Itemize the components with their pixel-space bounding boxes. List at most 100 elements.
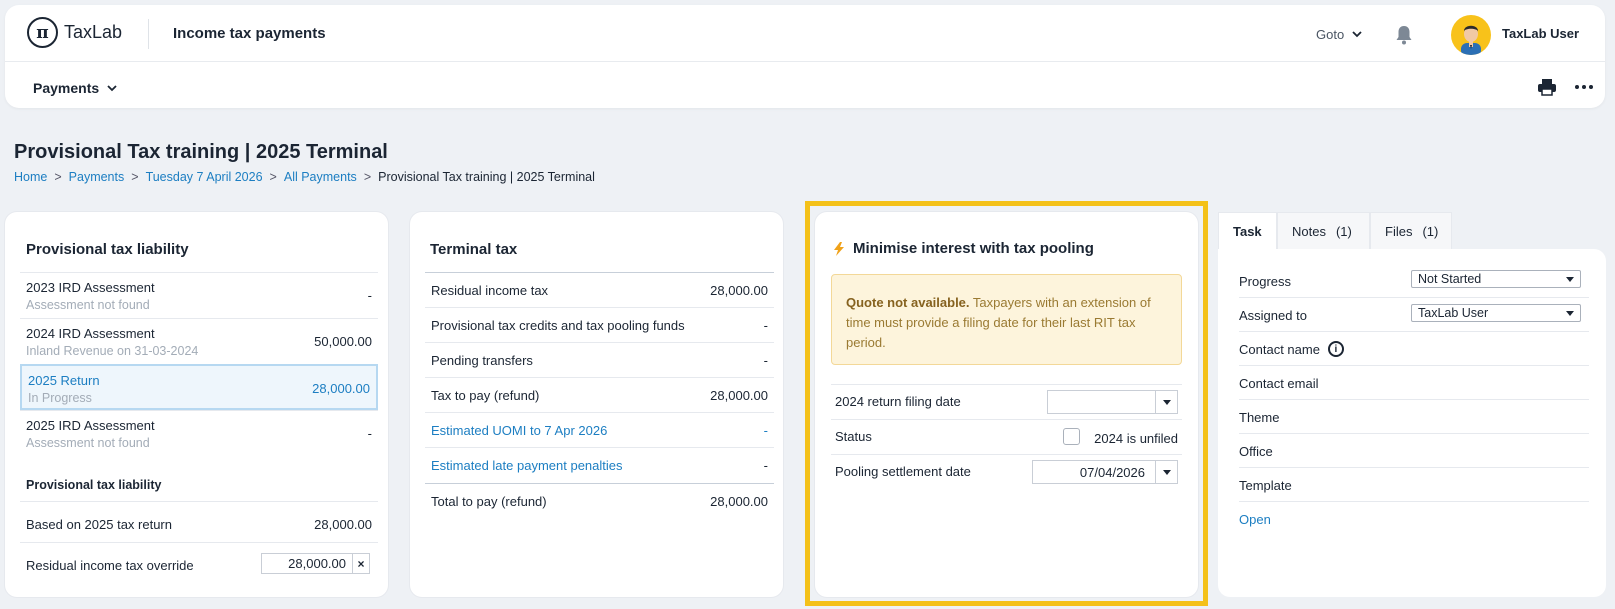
filing-date-label: 2024 return filing date [835, 394, 961, 409]
pooling-fields: 2024 return filing date Status 2024 is u… [831, 384, 1182, 490]
breadcrumb-all-payments[interactable]: All Payments [284, 170, 357, 184]
quote-warning-title: Quote not available. [846, 295, 970, 310]
unfiled-label[interactable]: 2024 is unfiled [1094, 431, 1178, 446]
override-value: 28,000.00 [288, 556, 346, 571]
status-label: Status [835, 429, 872, 444]
more-options-icon[interactable] [1575, 85, 1593, 89]
tab-label: Task [1233, 223, 1262, 239]
tab-count: (1) [1422, 223, 1439, 239]
quote-warning: Quote not available. Taxpayers with an e… [831, 274, 1182, 365]
status-row: Status 2024 is unfiled [831, 420, 1182, 455]
goto-menu[interactable]: Goto [1316, 27, 1362, 42]
total-row: Total to pay (refund) 28,000.00 [425, 483, 774, 518]
row-label: Total to pay (refund) [431, 493, 547, 509]
print-icon[interactable] [1537, 78, 1557, 96]
row-label[interactable]: Estimated late payment penalties [431, 458, 623, 473]
override-row: Residual income tax override 28,000.00 × [20, 542, 378, 582]
settlement-date-label: Pooling settlement date [835, 464, 971, 479]
progress-label: Progress [1239, 274, 1292, 289]
contact-email-row: Contact email [1239, 366, 1589, 400]
user-avatar-icon [1461, 25, 1481, 55]
task-tabs: Task Notes (1) Files (1) [1218, 212, 1606, 249]
list-item[interactable]: 2023 IRD Assessment Assessment not found… [20, 272, 378, 318]
progress-select[interactable]: Not Started [1411, 270, 1581, 288]
row-value: - [763, 458, 768, 473]
uomi-link-row[interactable]: Estimated UOMI to 7 Apr 2026 - [425, 413, 774, 448]
card-header: Minimise interest with tax pooling [833, 240, 1094, 257]
breadcrumb-home[interactable]: Home [14, 170, 47, 184]
task-fields: Progress Not Started Assigned to TaxLab … [1239, 264, 1589, 536]
assigned-select[interactable]: TaxLab User [1411, 304, 1581, 322]
based-on-row: Based on 2025 tax return 28,000.00 [20, 501, 378, 541]
provisional-liability-card: Provisional tax liability 2023 IRD Asses… [5, 212, 388, 597]
override-label: Residual income tax override [26, 558, 194, 573]
tab-task[interactable]: Task [1218, 212, 1277, 249]
filing-date-picker[interactable] [1047, 390, 1178, 414]
payments-menu[interactable]: Payments [33, 80, 117, 96]
contact-email-label: Contact email [1239, 376, 1319, 391]
settlement-date-value: 07/04/2026 [1079, 464, 1145, 480]
item-label: 2023 IRD Assessment [26, 280, 155, 295]
list-item[interactable]: 2025 IRD Assessment Assessment not found… [20, 410, 378, 456]
top-bar: π TaxLab Income tax payments Goto TaxLab… [5, 5, 1605, 108]
clear-icon[interactable]: × [352, 554, 369, 573]
row-value: 28,000.00 [710, 493, 768, 509]
terminal-tax-card: Terminal tax Residual income tax 28,000.… [410, 212, 783, 597]
item-value: 50,000.00 [314, 334, 372, 349]
based-on-label: Based on 2025 tax return [26, 517, 172, 532]
list-item-selected[interactable]: 2025 Return In Progress 28,000.00 [20, 364, 378, 410]
task-panel: Task Notes (1) Files (1) Progress Not St… [1218, 212, 1606, 597]
item-label: 2025 IRD Assessment [26, 418, 155, 433]
header-divider [148, 19, 149, 49]
breadcrumb: Home > Payments > Tuesday 7 April 2026 >… [14, 170, 595, 184]
table-row: Tax to pay (refund) 28,000.00 [425, 378, 774, 413]
row-value: 28,000.00 [710, 282, 768, 298]
taxlab-logo[interactable]: π TaxLab [27, 17, 122, 48]
tab-notes[interactable]: Notes (1) [1277, 212, 1370, 249]
user-name[interactable]: TaxLab User [1502, 26, 1579, 41]
template-label: Template [1239, 478, 1292, 493]
theme-label: Theme [1239, 410, 1280, 425]
assessment-list: 2023 IRD Assessment Assessment not found… [20, 272, 378, 456]
liability-subheading: Provisional tax liability [26, 478, 162, 492]
settlement-date-row: Pooling settlement date 07/04/2026 [831, 455, 1182, 490]
item-value: 28,000.00 [312, 381, 370, 396]
breadcrumb-date[interactable]: Tuesday 7 April 2026 [146, 170, 263, 184]
avatar[interactable] [1451, 15, 1491, 55]
item-value: - [367, 288, 372, 303]
item-sublabel: Assessment not found [26, 298, 150, 312]
dropdown-arrow-icon [1566, 276, 1574, 282]
dropdown-arrow-icon [1566, 310, 1574, 316]
row-label[interactable]: Estimated UOMI to 7 Apr 2026 [431, 423, 607, 438]
breadcrumb-separator: > [131, 170, 139, 184]
penalties-link-row[interactable]: Estimated late payment penalties - [425, 448, 774, 483]
filing-date-row: 2024 return filing date [831, 385, 1182, 420]
breadcrumb-separator: > [363, 170, 372, 184]
override-input[interactable]: 28,000.00 × [261, 553, 370, 574]
breadcrumb-payments[interactable]: Payments [69, 170, 125, 184]
table-row: Residual income tax 28,000.00 [425, 273, 774, 308]
dropdown-arrow-icon[interactable] [1155, 391, 1177, 413]
progress-value: Not Started [1418, 272, 1482, 286]
unfiled-checkbox[interactable] [1063, 428, 1080, 445]
row-value: - [763, 422, 768, 438]
app-title: Income tax payments [173, 25, 326, 42]
info-icon[interactable]: i [1327, 341, 1344, 357]
logo-mark: π [27, 17, 58, 48]
settlement-date-picker[interactable]: 07/04/2026 [1032, 460, 1178, 484]
list-item[interactable]: 2024 IRD Assessment Inland Revenue on 31… [20, 318, 378, 364]
breadcrumb-separator: > [54, 170, 62, 184]
tab-files[interactable]: Files (1) [1370, 212, 1452, 249]
item-sublabel: Assessment not found [26, 436, 150, 450]
header-row: π TaxLab Income tax payments Goto TaxLab… [5, 5, 1605, 62]
table-row: Provisional tax credits and tax pooling … [425, 308, 774, 343]
row-label: Pending transfers [431, 352, 533, 368]
chevron-down-icon [1352, 31, 1362, 38]
lightning-icon [834, 241, 844, 256]
card-title: Terminal tax [430, 241, 518, 258]
bell-icon[interactable] [1395, 25, 1413, 45]
open-link[interactable]: Open [1239, 502, 1589, 536]
open-label[interactable]: Open [1239, 512, 1271, 527]
dropdown-arrow-icon[interactable] [1155, 461, 1177, 483]
row-label: Residual income tax [431, 282, 549, 298]
